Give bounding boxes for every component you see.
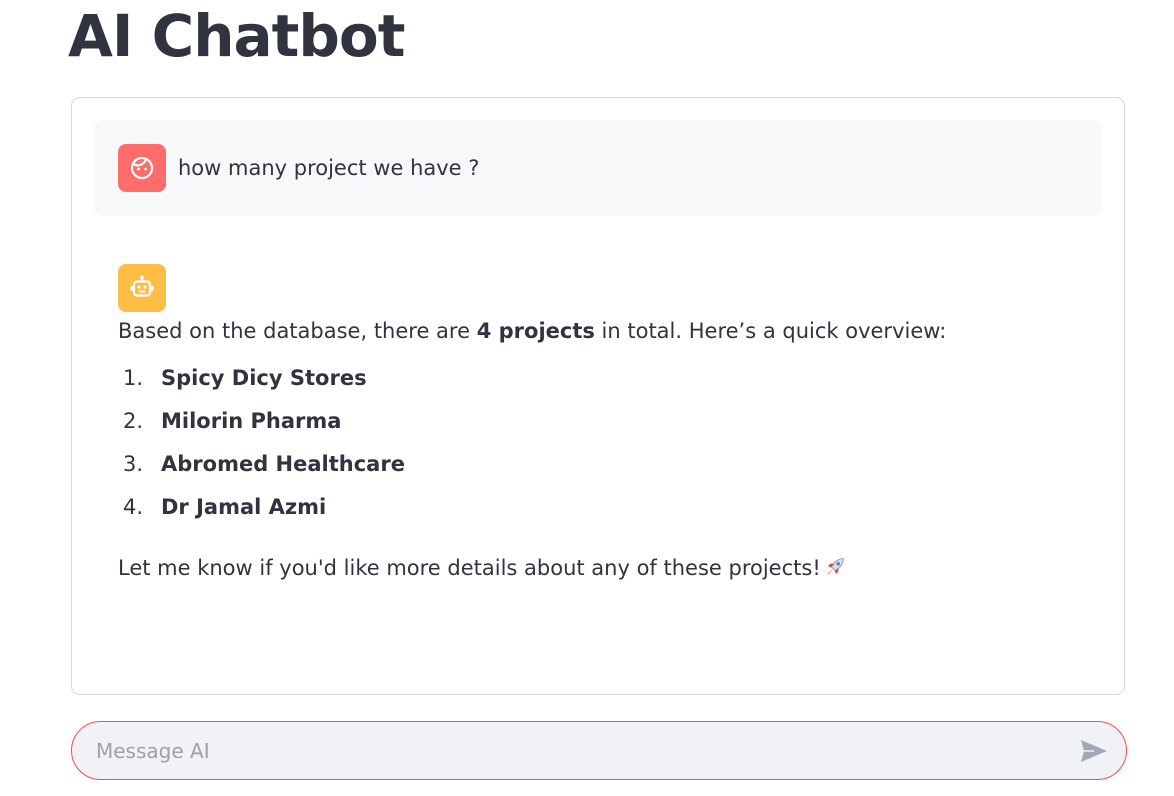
assistant-message: Based on the database, there are 4 proje… <box>118 316 1078 583</box>
outro-text: Let me know if you'd like more details a… <box>118 556 821 580</box>
list-item-number: 2. <box>123 409 144 433</box>
project-list: 1. Spicy Dicy Stores 2. Milorin Pharma 3… <box>118 363 1078 535</box>
chat-input-bar <box>71 721 1127 780</box>
page-title: AI Chatbot <box>68 2 405 70</box>
user-message: how many project we have ? <box>94 120 1102 216</box>
list-item-name: Abromed Healthcare <box>161 452 405 476</box>
list-item-number: 3. <box>123 452 144 476</box>
assistant-avatar <box>118 264 166 312</box>
intro-text-end: in total. Here’s a quick overview: <box>594 319 947 343</box>
send-icon <box>1081 740 1107 762</box>
face-icon <box>130 156 154 180</box>
list-item-number: 1. <box>123 366 144 390</box>
send-button[interactable] <box>1078 735 1110 767</box>
intro-text-start: Based on the database, there are <box>118 319 477 343</box>
list-item-name: Milorin Pharma <box>161 409 342 433</box>
rocket-icon <box>826 558 844 575</box>
list-item-number: 4. <box>123 495 144 519</box>
user-message-text: how many project we have ? <box>178 156 480 180</box>
list-item: 1. Spicy Dicy Stores <box>118 363 1078 406</box>
list-item-name: Dr Jamal Azmi <box>161 495 327 519</box>
assistant-outro: Let me know if you'd like more details a… <box>118 553 1078 583</box>
intro-bold-count: 4 projects <box>476 319 595 343</box>
list-item: 3. Abromed Healthcare <box>118 449 1078 492</box>
message-input[interactable] <box>96 722 1056 779</box>
list-item: 2. Milorin Pharma <box>118 406 1078 449</box>
list-item-name: Spicy Dicy Stores <box>161 366 367 390</box>
chat-history: how many project we have ? Based on the … <box>71 97 1125 695</box>
robot-icon <box>130 275 154 297</box>
list-item: 4. Dr Jamal Azmi <box>118 492 1078 535</box>
assistant-intro: Based on the database, there are 4 proje… <box>118 316 1078 346</box>
user-avatar <box>118 144 166 192</box>
